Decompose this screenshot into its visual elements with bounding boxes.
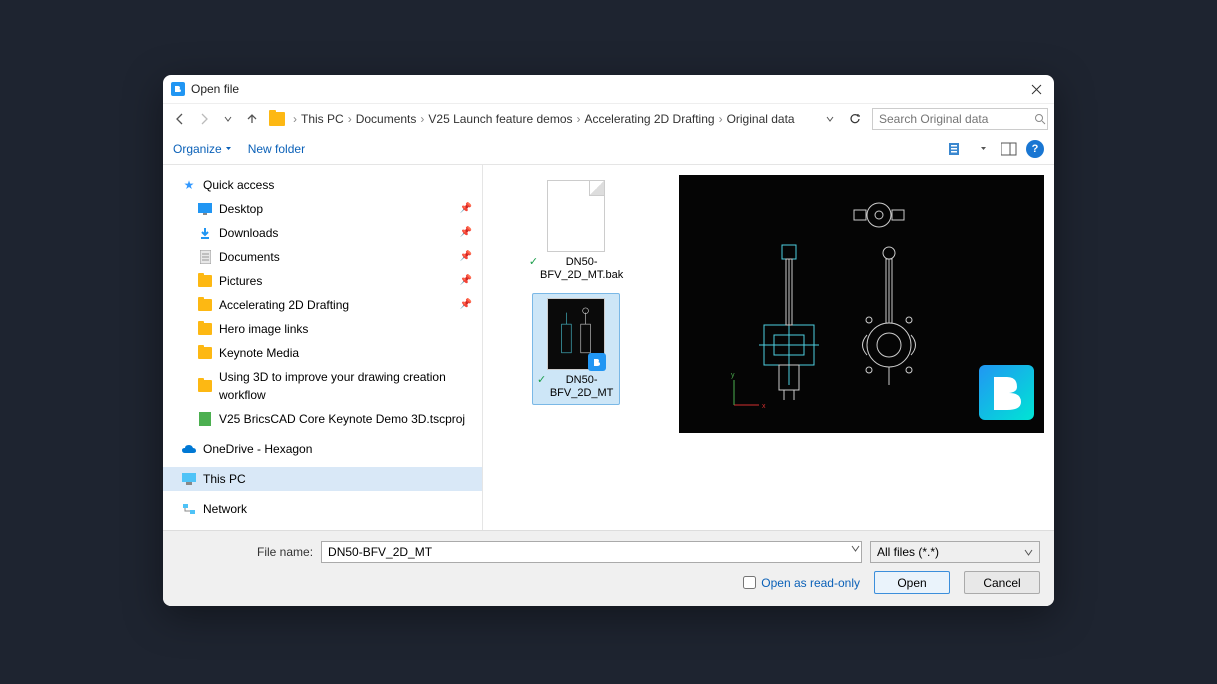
tree-item-folder[interactable]: Hero image links [163, 317, 482, 341]
pin-icon: 📌 [460, 296, 472, 314]
preview-pane: x y [669, 165, 1054, 530]
svg-text:y: y [731, 372, 735, 379]
tree-item-folder[interactable]: Accelerating 2D Drafting📌 [163, 293, 482, 317]
preview-image: x y [679, 175, 1044, 433]
forward-button[interactable] [193, 108, 215, 130]
file-list: ✓DN50-BFV_2D_MT.bak ✓DN50-BFV_2D_MT [483, 165, 669, 530]
tree-item-file[interactable]: V25 BricsCAD Core Keynote Demo 3D.tscpro… [163, 407, 482, 431]
open-file-dialog: Open file › This PC› Documents› V25 Laun… [163, 75, 1054, 606]
titlebar: Open file [163, 75, 1054, 103]
cancel-button[interactable]: Cancel [964, 571, 1040, 594]
file-thumbnail [547, 298, 605, 370]
folder-icon [197, 321, 213, 337]
cloud-icon [181, 441, 197, 457]
help-button[interactable]: ? [1026, 140, 1044, 158]
sync-icon: ✓ [529, 256, 538, 269]
desktop-icon [197, 201, 213, 217]
up-button[interactable] [241, 108, 263, 130]
breadcrumb[interactable]: Accelerating 2D Drafting [583, 112, 717, 126]
app-icon [171, 82, 185, 96]
folder-icon [197, 345, 213, 361]
tree-item-downloads[interactable]: Downloads📌 [163, 221, 482, 245]
dialog-title: Open file [191, 82, 239, 96]
tree-item-desktop[interactable]: Desktop📌 [163, 197, 482, 221]
file-tile-cad[interactable]: ✓DN50-BFV_2D_MT [532, 293, 620, 405]
breadcrumb[interactable]: V25 Launch feature demos [426, 112, 574, 126]
star-icon: ★ [181, 177, 197, 193]
filename-dropdown[interactable] [851, 544, 860, 553]
dialog-body: ★ Quick access Desktop📌 Downloads📌 Docum… [163, 165, 1054, 530]
close-button[interactable] [1026, 79, 1046, 99]
file-type-filter[interactable]: All files (*.*) [870, 541, 1040, 563]
filename-label: File name: [257, 545, 313, 559]
folder-icon [269, 112, 285, 126]
tree-item-pictures[interactable]: Pictures📌 [163, 269, 482, 293]
search-icon [1034, 113, 1046, 125]
search-input[interactable] [879, 112, 1034, 126]
toolbar: Organize New folder ? [163, 133, 1054, 165]
project-icon [197, 411, 213, 427]
chevron-down-icon [1024, 548, 1033, 557]
recent-dropdown[interactable] [217, 108, 239, 130]
open-button[interactable]: Open [874, 571, 950, 594]
tree-item-documents[interactable]: Documents📌 [163, 245, 482, 269]
pc-icon [181, 471, 197, 487]
pin-icon: 📌 [460, 224, 472, 242]
tree-item-folder[interactable]: Keynote Media [163, 341, 482, 365]
pin-icon: 📌 [460, 248, 472, 266]
read-only-input[interactable] [743, 576, 756, 589]
search-box[interactable] [872, 108, 1048, 130]
address-dropdown[interactable] [822, 108, 838, 130]
tree-quick-access[interactable]: ★ Quick access [163, 173, 482, 197]
filename-input[interactable] [321, 541, 862, 563]
download-icon [197, 225, 213, 241]
refresh-button[interactable] [844, 108, 866, 130]
preview-pane-button[interactable] [1000, 140, 1018, 158]
folder-icon [197, 378, 213, 394]
dialog-footer: File name: All files (*.*) Open as read-… [163, 530, 1054, 606]
nav-tree: ★ Quick access Desktop📌 Downloads📌 Docum… [163, 165, 483, 530]
read-only-checkbox[interactable]: Open as read-only [743, 576, 860, 590]
breadcrumb[interactable]: Original data [725, 112, 797, 126]
svg-text:x: x [762, 403, 766, 410]
folder-icon [197, 297, 213, 313]
new-folder-button[interactable]: New folder [248, 142, 305, 156]
view-dropdown[interactable] [974, 140, 992, 158]
content-area: ✓DN50-BFV_2D_MT.bak ✓DN50-BFV_2D_MT [483, 165, 1054, 530]
back-button[interactable] [169, 108, 191, 130]
tree-this-pc[interactable]: This PC [163, 467, 482, 491]
organize-button[interactable]: Organize [173, 142, 232, 156]
document-icon [197, 249, 213, 265]
breadcrumb[interactable]: This PC [299, 112, 346, 126]
nav-bar: › This PC› Documents› V25 Launch feature… [163, 103, 1054, 133]
view-mode-button[interactable] [948, 140, 966, 158]
tree-onedrive[interactable]: OneDrive - Hexagon [163, 437, 482, 461]
pin-icon: 📌 [460, 272, 472, 290]
file-tile-bak[interactable]: ✓DN50-BFV_2D_MT.bak [532, 175, 620, 287]
pictures-icon [197, 273, 213, 289]
file-thumbnail [547, 180, 605, 252]
pin-icon: 📌 [460, 200, 472, 218]
app-badge-icon [588, 353, 606, 371]
address-bar[interactable]: › This PC› Documents› V25 Launch feature… [265, 108, 820, 130]
network-icon [181, 501, 197, 517]
breadcrumb[interactable]: Documents [354, 112, 419, 126]
tree-network[interactable]: Network [163, 497, 482, 521]
tree-item-folder[interactable]: Using 3D to improve your drawing creatio… [163, 365, 482, 407]
sync-icon: ✓ [537, 374, 546, 387]
